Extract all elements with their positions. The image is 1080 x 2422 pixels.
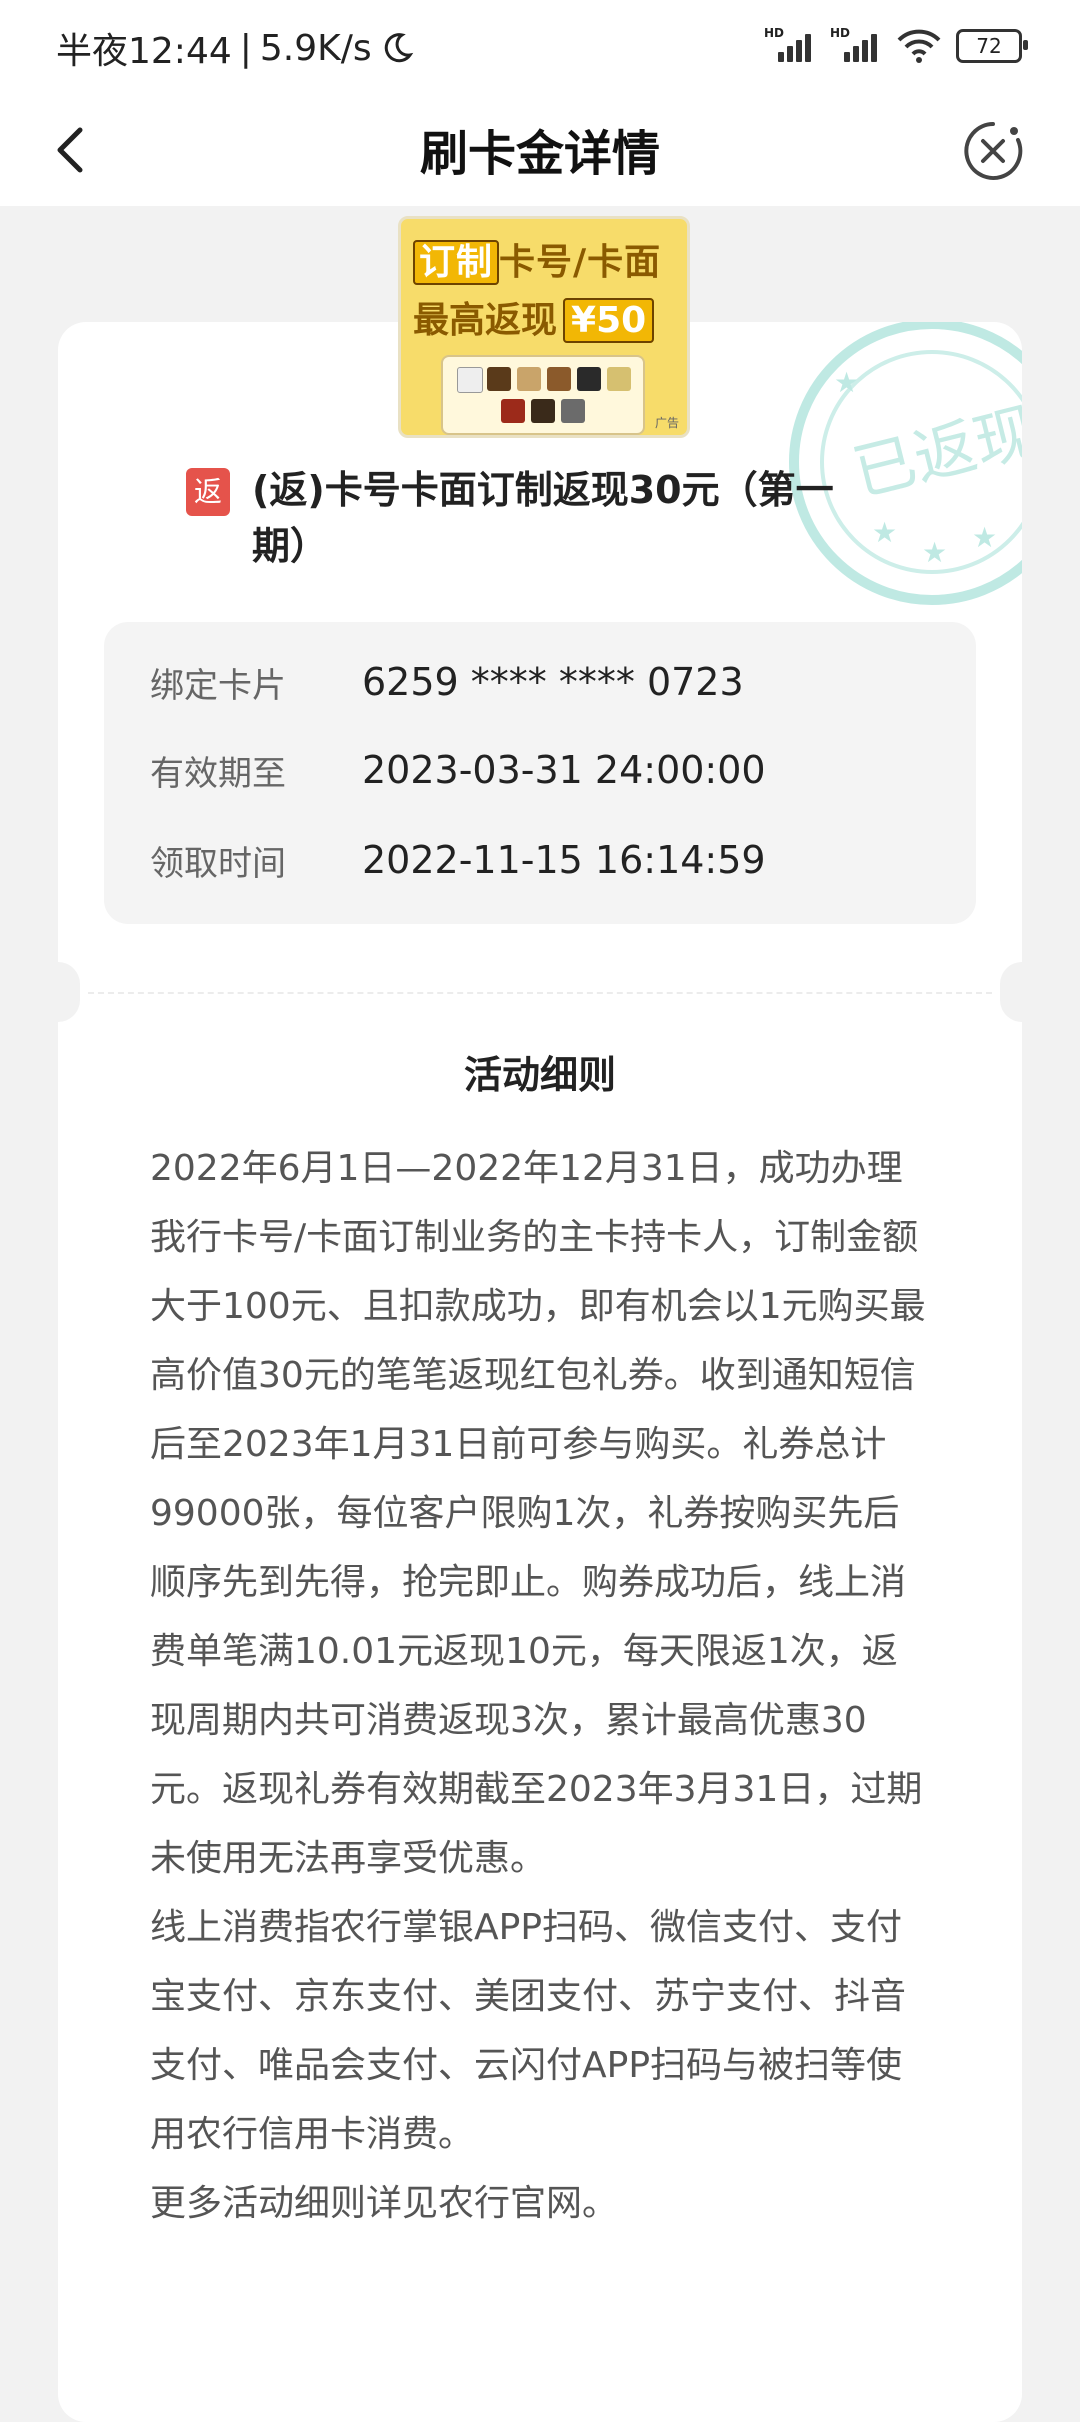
status-right: HD HD 72 xyxy=(764,26,1028,66)
svg-text:★: ★ xyxy=(972,521,997,554)
status-time: 半夜12:44 xyxy=(56,31,232,72)
navigation-bar: 刷卡金详情 xyxy=(0,96,1080,206)
status-separator: | xyxy=(239,27,252,69)
wifi-icon xyxy=(897,29,941,63)
stamp-text: 已返现 xyxy=(846,394,1022,510)
info-label: 绑定卡片 xyxy=(150,665,286,706)
svg-text:★: ★ xyxy=(922,536,947,569)
rules-text: 2022年6月1日—2022年12月31日，成功办理我行卡号/卡面订制业务的主卡… xyxy=(150,1134,932,2238)
info-label: 有效期至 xyxy=(150,753,286,794)
info-value: 6259 **** **** 0723 xyxy=(362,660,744,704)
svg-text:★: ★ xyxy=(872,516,897,549)
ad-subline-text: 最高返现 xyxy=(413,300,558,341)
ad-tag: 广告 xyxy=(654,416,679,430)
info-row-card: 绑定卡片 6259 **** **** 0723 xyxy=(150,652,744,712)
ad-price: ¥50 xyxy=(563,298,655,343)
ticket-notch-right xyxy=(1000,962,1022,1022)
rules-title: 活动细则 xyxy=(463,1053,616,1097)
ad-headline: 订制 卡号/卡面 xyxy=(413,233,661,285)
detail-card: ★ ★ ★ ★ 已返现 返 (返)卡号卡面订制返现30元（第一期） 绑定卡片 6… xyxy=(58,322,1022,2422)
divider xyxy=(88,992,992,994)
info-value: 2023-03-31 24:00:00 xyxy=(362,748,766,792)
cashback-badge: 返 xyxy=(186,468,230,516)
ad-banner[interactable]: 订制 卡号/卡面 最高返现 ¥50 广告 xyxy=(398,216,690,438)
rules-paragraph: 更多活动细则详见农行官网。 xyxy=(150,2183,619,2224)
rules-paragraph: 2022年6月1日—2022年12月31日，成功办理我行卡号/卡面订制业务的主卡… xyxy=(150,1148,926,1879)
ad-subline: 最高返现 ¥50 xyxy=(413,291,655,343)
svg-text:★: ★ xyxy=(834,366,859,399)
battery-level: 72 xyxy=(976,34,1002,58)
signal-icon-2: HD xyxy=(830,26,882,66)
status-bar: 半夜12:44 | 5.9K/s HD HD 72 xyxy=(0,0,1080,96)
info-label: 领取时间 xyxy=(150,843,286,884)
ad-card-samples xyxy=(441,355,645,435)
info-row-expiry: 有效期至 2023-03-31 24:00:00 xyxy=(150,740,766,800)
info-panel: 绑定卡片 6259 **** **** 0723 有效期至 2023-03-31… xyxy=(104,622,976,924)
info-value: 2022-11-15 16:14:59 xyxy=(362,838,766,882)
battery-icon: 72 xyxy=(956,29,1028,63)
rules-paragraph: 线上消费指农行掌银APP扫码、微信支付、支付宝支付、京东支付、美团支付、苏宁支付… xyxy=(150,1907,907,2155)
activity-title: (返)卡号卡面订制返现30元（第一期） xyxy=(252,468,834,568)
signal-hd-label: HD xyxy=(764,26,785,40)
ad-headline-rest: 卡号/卡面 xyxy=(499,242,662,283)
signal-hd-label-2: HD xyxy=(830,26,851,40)
status-left: 半夜12:44 | 5.9K/s xyxy=(56,22,414,74)
moon-icon xyxy=(384,33,413,63)
ad-highlight: 订制 xyxy=(413,240,500,285)
status-speed: 5.9K/s xyxy=(259,27,372,69)
page-title: 刷卡金详情 xyxy=(419,126,660,182)
close-icon[interactable] xyxy=(958,116,1028,186)
info-row-claimed: 领取时间 2022-11-15 16:14:59 xyxy=(150,830,766,890)
ticket-notch-left xyxy=(58,962,80,1022)
signal-icon: HD xyxy=(764,26,816,66)
